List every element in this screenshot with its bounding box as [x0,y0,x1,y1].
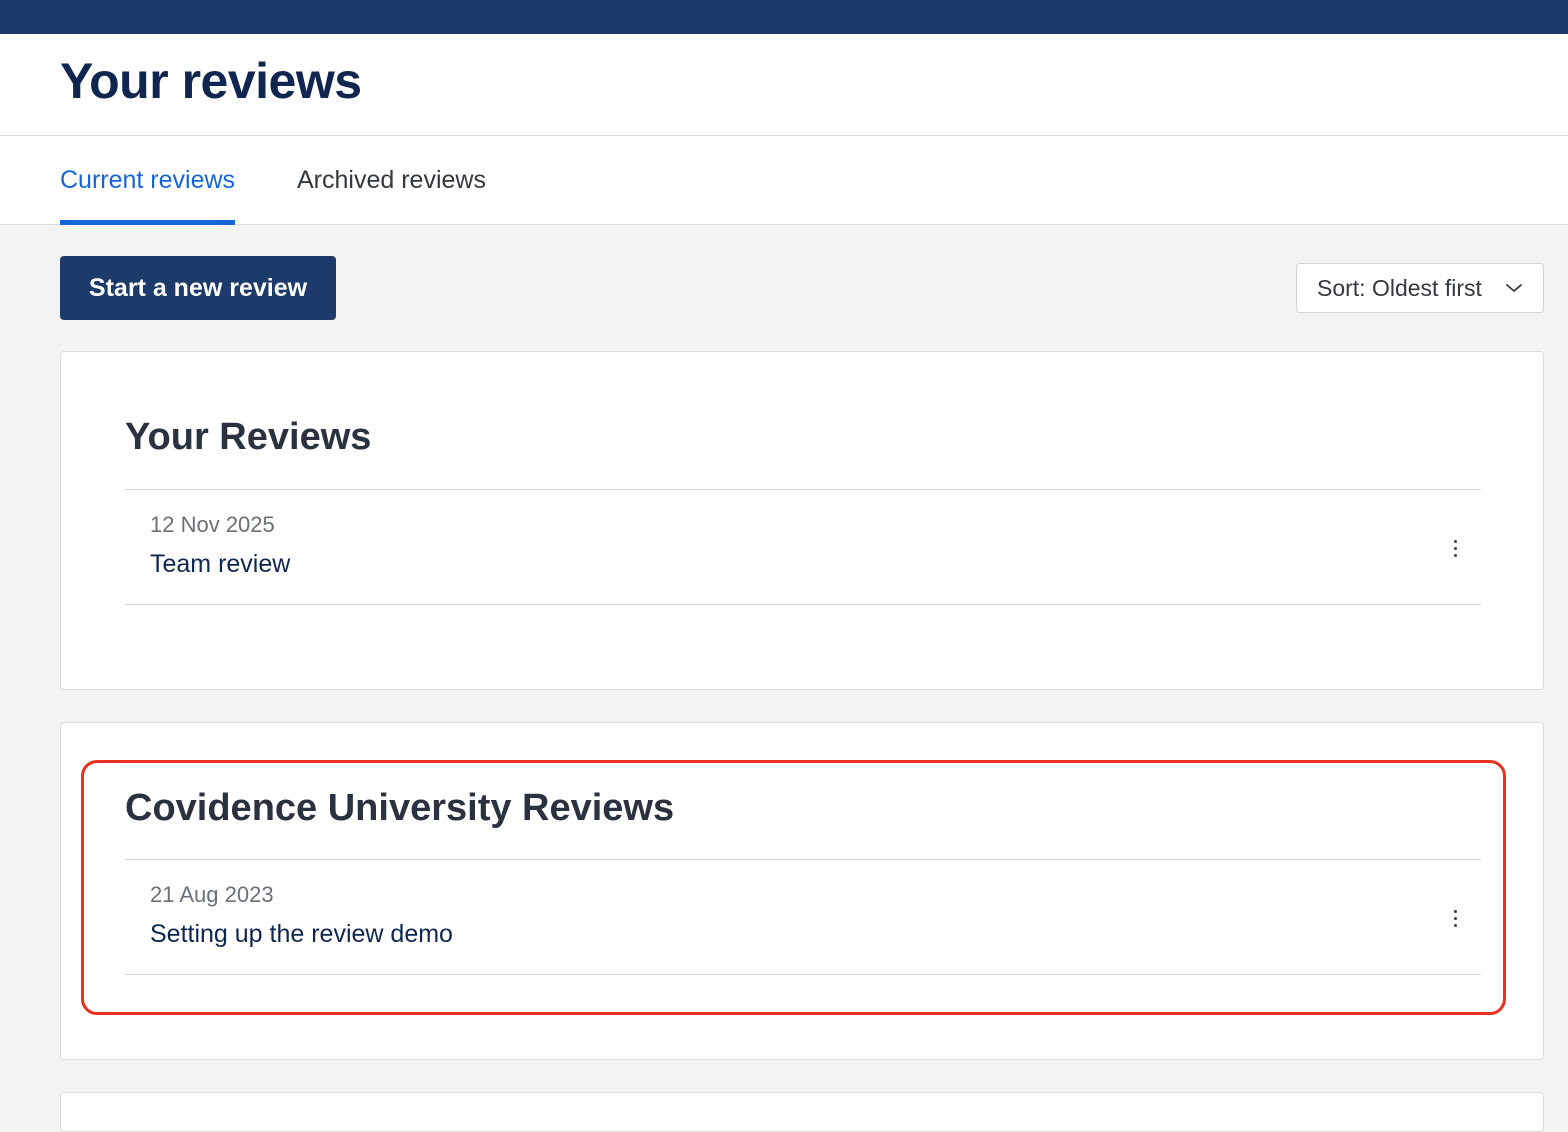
page-header: Your reviews [0,34,1568,136]
sort-dropdown[interactable]: Sort: Oldest first [1296,263,1544,313]
review-group-card: Your Reviews 12 Nov 2025 Team review [60,351,1544,690]
review-name-link[interactable]: Setting up the review demo [150,920,453,949]
review-name-link[interactable]: Team review [150,550,290,579]
kebab-menu-icon[interactable] [1443,900,1467,936]
review-group-card: Covidence University Reviews 21 Aug 2023… [60,722,1544,1060]
chevron-down-icon [1506,284,1522,292]
kebab-menu-icon[interactable] [1443,530,1467,566]
sort-dropdown-label: Sort: Oldest first [1317,274,1482,301]
review-tabs: Current reviews Archived reviews [0,136,1568,225]
review-list-item[interactable]: 12 Nov 2025 Team review [125,489,1481,605]
review-date: 12 Nov 2025 [150,512,275,537]
review-date: 21 Aug 2023 [150,882,274,907]
review-list-item[interactable]: 21 Aug 2023 Setting up the review demo [125,859,1481,975]
review-group-card-partial [60,1092,1544,1132]
review-group-title: Your Reviews [125,416,372,458]
page-title: Your reviews [60,53,362,109]
start-new-review-button[interactable]: Start a new review [60,256,336,320]
tab-archived-reviews[interactable]: Archived reviews [297,136,486,225]
top-navigation-bar [0,0,1568,34]
review-group-title: Covidence University Reviews [125,787,675,829]
tab-current-reviews[interactable]: Current reviews [60,136,236,225]
